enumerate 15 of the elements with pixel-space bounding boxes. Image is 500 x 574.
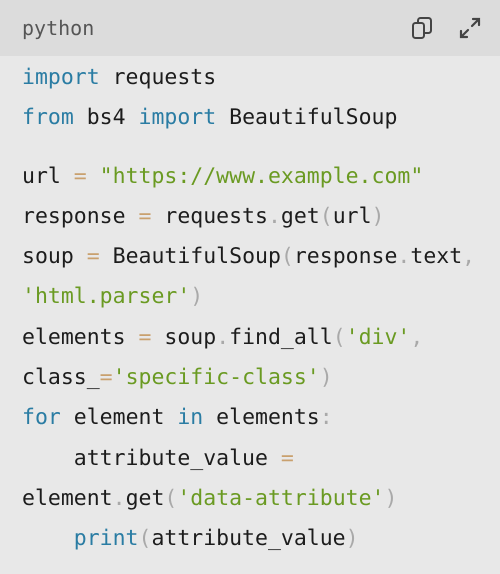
language-label: python	[22, 16, 94, 40]
code-line: element.get('data-attribute')	[22, 484, 398, 513]
code-line: url = "https://www.example.com"	[22, 162, 424, 191]
code-line: response = requests.get(url)	[22, 202, 384, 231]
code-line: 'html.parser')	[22, 283, 204, 312]
code-line: from bs4 import BeautifulSoup	[22, 104, 398, 132]
code-line: print(attribute_value)	[72, 525, 359, 554]
copy-icon[interactable]	[410, 16, 434, 40]
code-line: attribute_value =	[72, 444, 294, 473]
expand-icon[interactable]	[458, 16, 482, 40]
code-line: for element in elements:	[22, 404, 333, 432]
code-line: class_='specific-class')	[22, 364, 333, 392]
code-line: elements = soup.find_all('div',	[22, 324, 424, 352]
code-line: import requests	[22, 64, 216, 92]
code-line: soup = BeautifulSoup(response.text,	[22, 243, 476, 272]
